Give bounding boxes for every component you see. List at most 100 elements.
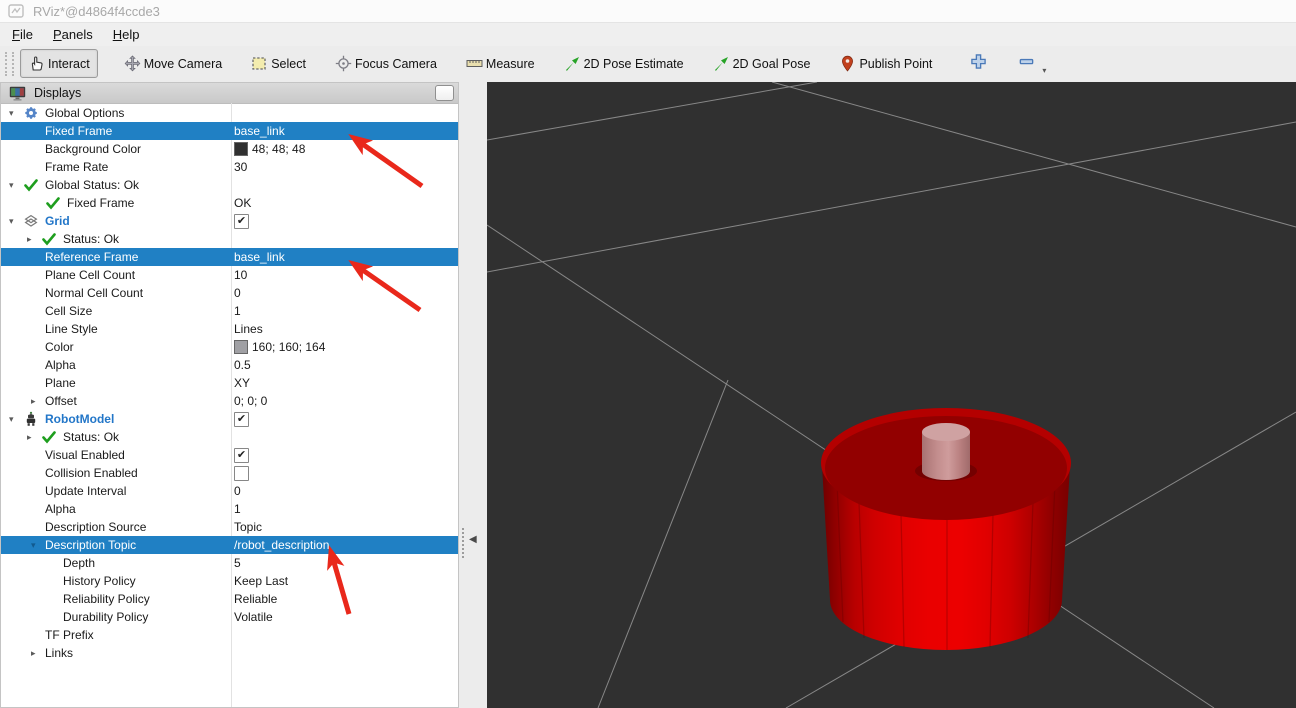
tree-row-alpha[interactable]: Alpha1 <box>1 500 458 518</box>
menu-item-help[interactable]: Help <box>103 25 150 44</box>
expander-down-icon[interactable]: ▾ <box>9 104 23 122</box>
tree-row-plane[interactable]: PlaneXY <box>1 374 458 392</box>
tree-row-grid[interactable]: ▾Grid✔ <box>1 212 458 230</box>
checkbox-checked[interactable]: ✔ <box>234 448 249 463</box>
menu-item-file[interactable]: File <box>2 25 43 44</box>
displays-panel-header[interactable]: Displays <box>1 83 458 104</box>
tree-row-plane-cell-count[interactable]: Plane Cell Count10 <box>1 266 458 284</box>
property-value-cell[interactable] <box>231 626 458 644</box>
property-value-cell[interactable]: Lines <box>231 320 458 338</box>
panel-collapse-icon[interactable]: ◀ <box>469 534 477 545</box>
expander-down-icon[interactable]: ▾ <box>9 176 23 194</box>
tree-row-description-topic[interactable]: ▾Description Topic/robot_description <box>1 536 458 554</box>
property-value-cell[interactable]: Keep Last <box>231 572 458 590</box>
expander-down-icon[interactable]: ▾ <box>9 212 23 230</box>
tree-row-description-source[interactable]: Description SourceTopic <box>1 518 458 536</box>
property-value-cell[interactable] <box>231 176 458 194</box>
property-column-separator[interactable] <box>231 103 232 707</box>
tree-row-background-color[interactable]: Background Color48; 48; 48 <box>1 140 458 158</box>
checkbox-checked[interactable]: ✔ <box>234 412 249 427</box>
tree-row-color[interactable]: Color160; 160; 164 <box>1 338 458 356</box>
tree-row-reference-frame[interactable]: Reference Framebase_link <box>1 248 458 266</box>
property-value-cell[interactable]: Topic <box>231 518 458 536</box>
tree-row-cell-size[interactable]: Cell Size1 <box>1 302 458 320</box>
tree-row-history-policy[interactable]: History PolicyKeep Last <box>1 572 458 590</box>
panel-float-button[interactable] <box>435 85 454 101</box>
property-value-cell[interactable]: /robot_description <box>231 536 458 554</box>
property-value-cell[interactable]: 1 <box>231 500 458 518</box>
tree-row-status-ok[interactable]: ▸Status: Ok <box>1 230 458 248</box>
property-value-cell[interactable]: OK <box>231 194 458 212</box>
tool-2d-pose-estimate[interactable]: 2D Pose Estimate <box>556 49 692 78</box>
panel-splitter[interactable]: ◀ <box>459 82 487 708</box>
tool-measure[interactable]: Measure <box>458 49 543 78</box>
property-value-cell[interactable]: 0 <box>231 482 458 500</box>
expander-right-icon[interactable]: ▸ <box>31 392 45 410</box>
tree-row-fixed-frame[interactable]: Fixed FrameOK <box>1 194 458 212</box>
tree-row-global-options[interactable]: ▾Global Options <box>1 104 458 122</box>
property-value-cell[interactable]: ✔ <box>231 410 458 428</box>
tree-row-frame-rate[interactable]: Frame Rate30 <box>1 158 458 176</box>
property-value-cell[interactable]: base_link <box>231 122 458 140</box>
tree-row-durability-policy[interactable]: Durability PolicyVolatile <box>1 608 458 626</box>
property-value-cell[interactable] <box>231 644 458 662</box>
tool-interact[interactable]: Interact <box>20 49 98 78</box>
property-value-cell[interactable]: 0 <box>231 284 458 302</box>
tree-row-robotmodel[interactable]: ▾RobotModel✔ <box>1 410 458 428</box>
color-swatch[interactable] <box>234 340 248 354</box>
tree-row-alpha[interactable]: Alpha0.5 <box>1 356 458 374</box>
property-value-cell[interactable] <box>231 464 458 482</box>
3d-viewport[interactable] <box>487 82 1296 708</box>
toolbar-drag-handle[interactable] <box>5 52 14 76</box>
tree-row-update-interval[interactable]: Update Interval0 <box>1 482 458 500</box>
tree-row-global-status-ok[interactable]: ▾Global Status: Ok <box>1 176 458 194</box>
color-swatch[interactable] <box>234 142 248 156</box>
tree-row-reliability-policy[interactable]: Reliability PolicyReliable <box>1 590 458 608</box>
property-value-cell[interactable]: 160; 160; 164 <box>231 338 458 356</box>
property-name: Links <box>45 644 73 662</box>
expander-right-icon[interactable]: ▸ <box>31 644 45 662</box>
property-value-cell[interactable]: 5 <box>231 554 458 572</box>
property-value-cell[interactable]: ✔ <box>231 212 458 230</box>
expander-right-icon[interactable]: ▸ <box>27 428 41 446</box>
checkbox-unchecked[interactable] <box>234 466 249 481</box>
robot-model-cylinder[interactable] <box>821 408 1071 650</box>
tool-publish-point[interactable]: Publish Point <box>831 49 940 78</box>
property-value-cell[interactable] <box>231 428 458 446</box>
property-value-cell[interactable]: Volatile <box>231 608 458 626</box>
tree-row-visual-enabled[interactable]: Visual Enabled✔ <box>1 446 458 464</box>
property-value-cell[interactable]: ✔ <box>231 446 458 464</box>
checkbox-checked[interactable]: ✔ <box>234 214 249 229</box>
tree-row-tf-prefix[interactable]: TF Prefix <box>1 626 458 644</box>
property-value-cell[interactable] <box>231 230 458 248</box>
add-tool-button[interactable] <box>967 53 989 75</box>
tree-row-normal-cell-count[interactable]: Normal Cell Count0 <box>1 284 458 302</box>
property-value-cell[interactable]: 0; 0; 0 <box>231 392 458 410</box>
tool-move-camera[interactable]: Move Camera <box>116 49 231 78</box>
property-value-cell[interactable]: 1 <box>231 302 458 320</box>
tree-row-links[interactable]: ▸Links <box>1 644 458 662</box>
property-value-cell[interactable]: 10 <box>231 266 458 284</box>
property-value-cell[interactable]: XY <box>231 374 458 392</box>
remove-tool-button[interactable]: ▾ <box>1015 53 1037 75</box>
tree-row-offset[interactable]: ▸Offset0; 0; 0 <box>1 392 458 410</box>
expander-down-icon[interactable]: ▾ <box>31 536 45 554</box>
tree-row-line-style[interactable]: Line StyleLines <box>1 320 458 338</box>
property-value-cell[interactable] <box>231 104 458 122</box>
tree-row-depth[interactable]: Depth5 <box>1 554 458 572</box>
expander-down-icon[interactable]: ▾ <box>9 410 23 428</box>
expander-right-icon[interactable]: ▸ <box>27 230 41 248</box>
property-value-cell[interactable]: 30 <box>231 158 458 176</box>
tool-2d-goal-pose[interactable]: 2D Goal Pose <box>705 49 819 78</box>
property-value-cell[interactable]: 48; 48; 48 <box>231 140 458 158</box>
tree-row-collision-enabled[interactable]: Collision Enabled <box>1 464 458 482</box>
tree-row-status-ok[interactable]: ▸Status: Ok <box>1 428 458 446</box>
menu-item-panels[interactable]: Panels <box>43 25 103 44</box>
property-value-cell[interactable]: base_link <box>231 248 458 266</box>
tool-focus-camera[interactable]: Focus Camera <box>327 49 445 78</box>
tree-row-fixed-frame[interactable]: Fixed Framebase_link <box>1 122 458 140</box>
tool-dropdown-caret-icon[interactable]: ▾ <box>1042 66 1046 75</box>
tool-select[interactable]: Select <box>243 49 314 78</box>
property-value-cell[interactable]: 0.5 <box>231 356 458 374</box>
property-value-cell[interactable]: Reliable <box>231 590 458 608</box>
